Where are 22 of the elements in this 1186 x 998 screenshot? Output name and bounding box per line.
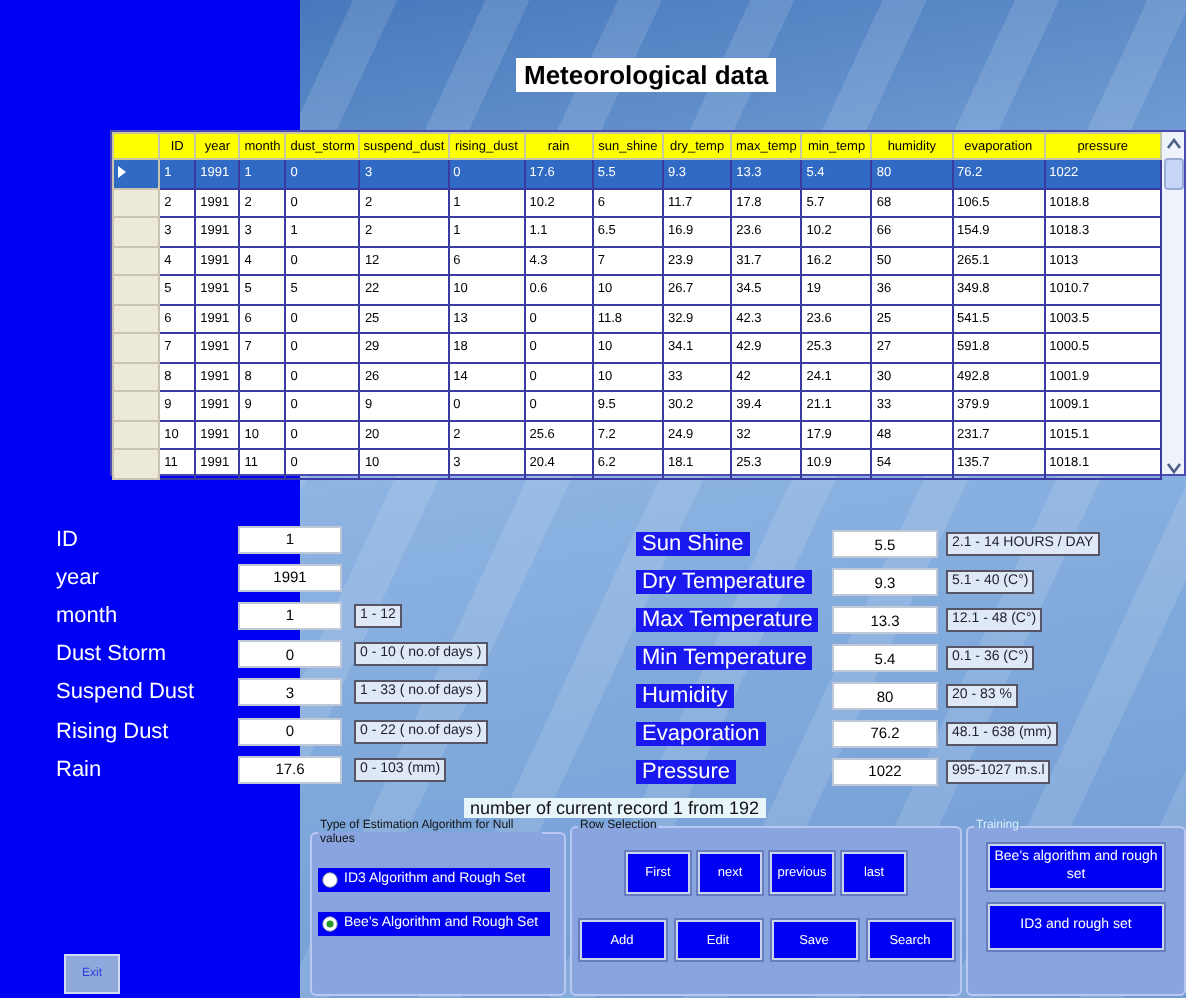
current-row-icon <box>118 165 126 178</box>
field-label: year <box>56 565 101 590</box>
data-grid[interactable] <box>110 130 1186 476</box>
field-label: Humidity <box>636 684 734 708</box>
scroll-up-icon[interactable] <box>1165 138 1181 150</box>
field-label: Pressure <box>636 759 737 784</box>
field-label: Suspend Dust <box>56 680 197 705</box>
field-label: Rain <box>56 757 104 782</box>
record-counter: number of current record 1 from 192 <box>464 798 766 818</box>
field-label: ID <box>56 527 80 552</box>
scroll-thumb[interactable] <box>1163 158 1183 190</box>
field-label: Min Temperature <box>636 646 813 671</box>
scroll-down-icon[interactable] <box>1165 462 1181 474</box>
field-label: month <box>56 603 120 628</box>
scrollbar[interactable] <box>1162 132 1184 474</box>
field-label: Dust Storm <box>56 642 169 667</box>
field-label: Sun Shine <box>636 532 750 557</box>
field-label: Evaporation <box>636 721 766 746</box>
field-label: Rising Dust <box>56 719 171 744</box>
form-title: Meteorological data <box>516 58 777 92</box>
field-label: Dry Temperature <box>636 570 812 595</box>
field-label: Max Temperature <box>636 608 819 633</box>
